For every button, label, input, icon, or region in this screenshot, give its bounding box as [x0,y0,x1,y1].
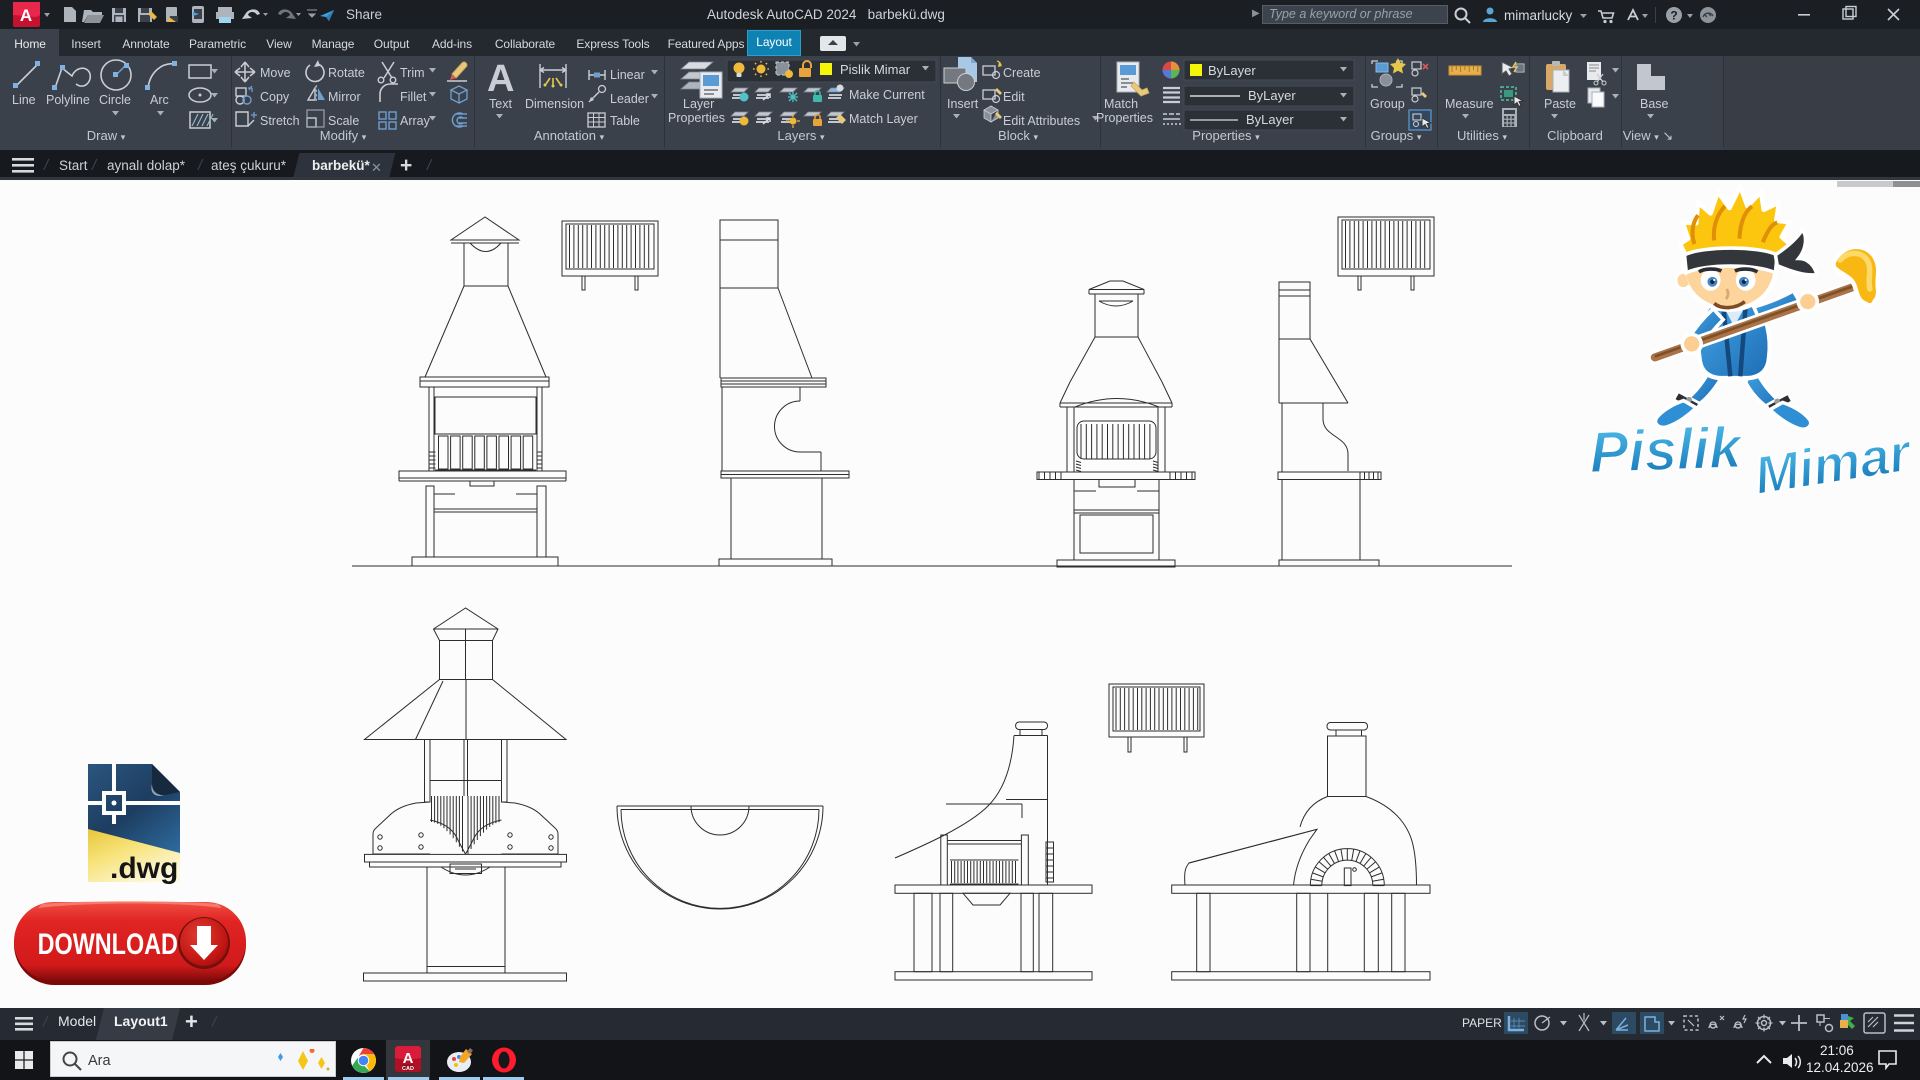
svg-text:CAD: CAD [402,1066,414,1072]
svg-text:Ara: Ara [88,1053,112,1069]
svg-text:Pislik: Pislik [1589,415,1745,485]
svg-text:DOWNLOAD: DOWNLOAD [38,927,178,960]
svg-text:Mimar: Mimar [1751,423,1918,506]
svg-text:A: A [403,1050,414,1067]
svg-text:.dwg: .dwg [110,852,178,885]
